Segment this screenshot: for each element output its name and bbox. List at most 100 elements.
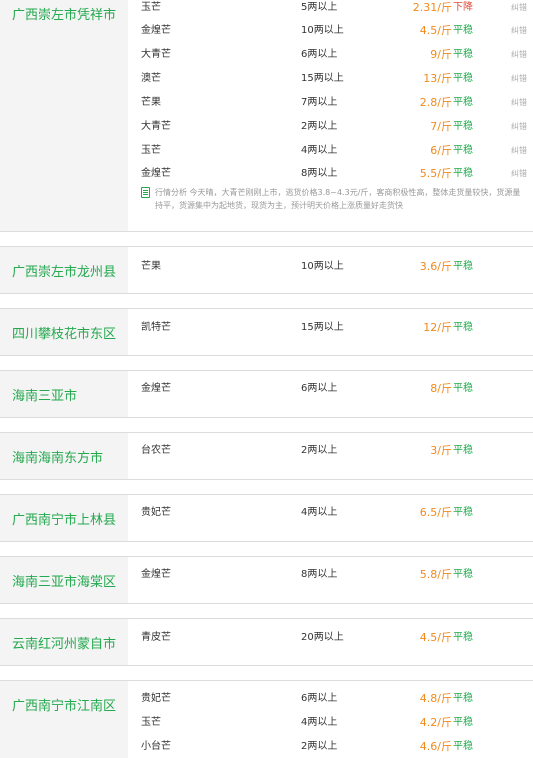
price: 4.2/斤 [419, 716, 452, 729]
price-row: 金煌芒 8两以上 5.8/斤 平稳 [0, 567, 533, 583]
price-row: 玉芒 4两以上 6/斤 平稳 纠错 [0, 143, 533, 159]
spec: 2两以上 [301, 445, 338, 456]
trend: 下降 [453, 2, 473, 13]
report-error-link[interactable]: 纠错 [511, 95, 527, 111]
report-error-link[interactable]: 纠错 [511, 119, 527, 135]
spec: 10两以上 [301, 25, 344, 36]
spec: 20两以上 [301, 632, 344, 643]
price-row: 大青芒 2两以上 7/斤 平稳 纠错 [0, 119, 533, 135]
price-row: 芒果 7两以上 2.8/斤 平稳 纠错 [0, 95, 533, 111]
region-block: 海南三亚市海棠区 金煌芒 8两以上 5.8/斤 平稳 [0, 556, 533, 604]
price: 3/斤 [430, 444, 452, 457]
price: 4.8/斤 [419, 692, 452, 705]
region-block: 海南三亚市 金煌芒 6两以上 8/斤 平稳 [0, 370, 533, 418]
price: 4.5/斤 [419, 24, 452, 37]
trend: 平稳 [453, 25, 473, 36]
report-error-link[interactable]: 纠错 [511, 71, 527, 87]
trend: 平稳 [453, 261, 473, 272]
trend: 平稳 [453, 693, 473, 704]
price: 8/斤 [430, 382, 452, 395]
variety: 澳芒 [141, 73, 161, 84]
trend: 平稳 [453, 445, 473, 456]
report-error-link[interactable]: 纠错 [511, 166, 527, 182]
region-block: 海南海南东方市 台农芒 2两以上 3/斤 平稳 [0, 432, 533, 480]
spec: 7两以上 [301, 97, 338, 108]
market-analysis: 行情分析 今天晴，大青芒刚刚上市，逃货价格3.8~4.3元/斤，客商积极性高，整… [141, 186, 525, 212]
price: 6.5/斤 [419, 506, 452, 519]
document-icon [141, 187, 150, 198]
price-row: 玉芒 5两以上 2.31/斤 下降 纠错 [0, 0, 533, 16]
variety: 玉芒 [141, 717, 161, 728]
analysis-text: 行情分析 今天晴，大青芒刚刚上市，逃货价格3.8~4.3元/斤，客商积极性高，整… [155, 188, 521, 210]
spec: 6两以上 [301, 49, 338, 60]
trend: 平稳 [453, 322, 473, 333]
spec: 5两以上 [301, 2, 338, 13]
trend: 平稳 [453, 383, 473, 394]
variety: 青皮芒 [141, 632, 171, 643]
trend: 平稳 [453, 145, 473, 156]
price-row: 大青芒 6两以上 9/斤 平稳 纠错 [0, 47, 533, 63]
variety: 金煌芒 [141, 168, 171, 179]
trend: 平稳 [453, 717, 473, 728]
price-row: 小台芒 2两以上 4.6/斤 平稳 [0, 739, 533, 755]
variety: 贵妃芒 [141, 507, 171, 518]
variety: 芒果 [141, 261, 161, 272]
price-row: 金煌芒 6两以上 8/斤 平稳 [0, 381, 533, 397]
spec: 15两以上 [301, 73, 344, 84]
variety: 金煌芒 [141, 569, 171, 580]
price-row: 青皮芒 20两以上 4.5/斤 平稳 [0, 630, 533, 646]
price: 2.8/斤 [419, 96, 452, 109]
price-row: 台农芒 2两以上 3/斤 平稳 [0, 443, 533, 459]
price-row: 芒果 10两以上 3.6/斤 平稳 [0, 259, 533, 275]
price: 3.6/斤 [419, 260, 452, 273]
variety: 玉芒 [141, 145, 161, 156]
variety: 金煌芒 [141, 383, 171, 394]
price-row: 玉芒 4两以上 4.2/斤 平稳 [0, 715, 533, 731]
report-error-link[interactable]: 纠错 [511, 23, 527, 39]
spec: 15两以上 [301, 322, 344, 333]
price: 6/斤 [430, 144, 452, 157]
spec: 6两以上 [301, 383, 338, 394]
region-block: 云南红河州蒙自市 青皮芒 20两以上 4.5/斤 平稳 [0, 618, 533, 666]
trend: 平稳 [453, 121, 473, 132]
trend: 平稳 [453, 97, 473, 108]
trend: 平稳 [453, 507, 473, 518]
report-error-link[interactable]: 纠错 [511, 0, 527, 16]
variety: 芒果 [141, 97, 161, 108]
region-block: 四川攀枝花市东区 凯特芒 15两以上 12/斤 平稳 [0, 308, 533, 356]
spec: 4两以上 [301, 145, 338, 156]
price-row: 凯特芒 15两以上 12/斤 平稳 [0, 320, 533, 336]
price-row: 贵妃芒 4两以上 6.5/斤 平稳 [0, 505, 533, 521]
variety: 贵妃芒 [141, 693, 171, 704]
price: 5.5/斤 [419, 167, 452, 180]
price-row: 贵妃芒 6两以上 4.8/斤 平稳 [0, 691, 533, 707]
price: 2.31/斤 [412, 1, 452, 14]
region-block: 广西南宁市上林县 贵妃芒 4两以上 6.5/斤 平稳 [0, 494, 533, 542]
spec: 6两以上 [301, 693, 338, 704]
trend: 平稳 [453, 741, 473, 752]
variety: 玉芒 [141, 2, 161, 13]
region-block: 广西崇左市龙州县 芒果 10两以上 3.6/斤 平稳 [0, 246, 533, 294]
price-row: 金煌芒 8两以上 5.5/斤 平稳 纠错 [0, 166, 533, 182]
spec: 2两以上 [301, 741, 338, 752]
spec: 4两以上 [301, 507, 338, 518]
report-error-link[interactable]: 纠错 [511, 47, 527, 63]
spec: 8两以上 [301, 168, 338, 179]
price: 4.6/斤 [419, 740, 452, 753]
spec: 8两以上 [301, 569, 338, 580]
region-block: 广西崇左市凭祥市 玉芒 5两以上 2.31/斤 下降 纠错 金煌芒 10两以上 … [0, 0, 533, 232]
variety: 大青芒 [141, 49, 171, 60]
price: 12/斤 [423, 321, 452, 334]
price: 13/斤 [423, 72, 452, 85]
price: 9/斤 [430, 48, 452, 61]
report-error-link[interactable]: 纠错 [511, 143, 527, 159]
spec: 2两以上 [301, 121, 338, 132]
price-row: 金煌芒 10两以上 4.5/斤 平稳 纠错 [0, 23, 533, 39]
variety: 台农芒 [141, 445, 171, 456]
trend: 平稳 [453, 569, 473, 580]
variety: 小台芒 [141, 741, 171, 752]
trend: 平稳 [453, 73, 473, 84]
price-row: 澳芒 15两以上 13/斤 平稳 纠错 [0, 71, 533, 87]
variety: 金煌芒 [141, 25, 171, 36]
price: 4.5/斤 [419, 631, 452, 644]
